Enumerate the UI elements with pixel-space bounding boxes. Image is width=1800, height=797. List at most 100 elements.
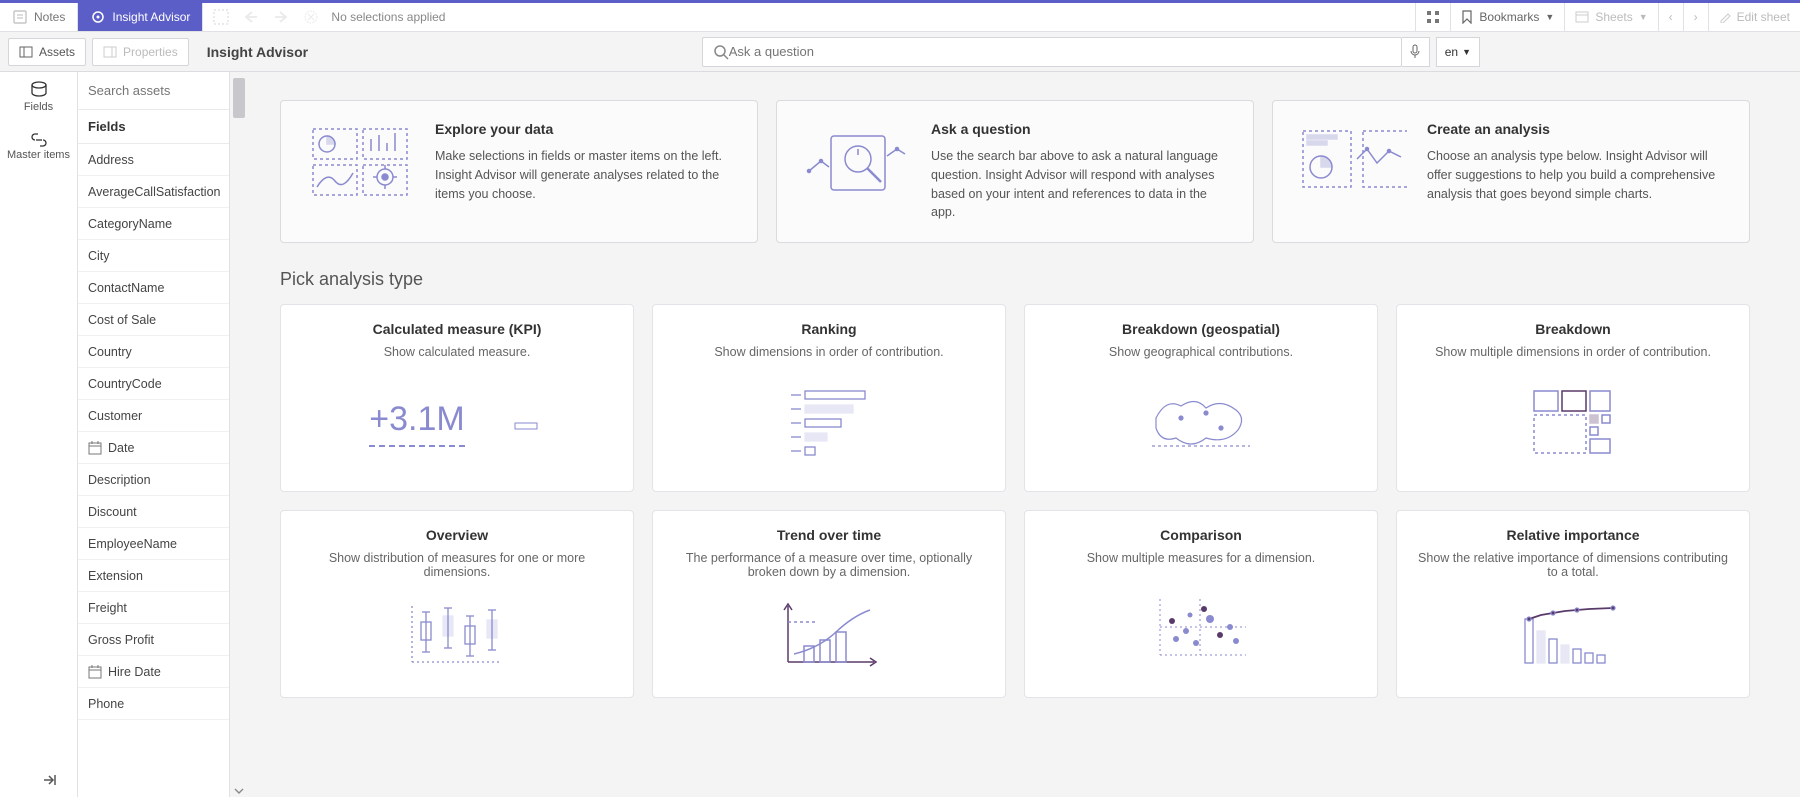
calendar-icon — [88, 441, 102, 455]
field-row[interactable]: Customer — [78, 400, 229, 432]
field-label: Freight — [88, 601, 127, 615]
note-icon — [12, 9, 28, 25]
chevron-down-icon: ▼ — [1462, 47, 1471, 57]
field-row[interactable]: Cost of Sale — [78, 304, 229, 336]
field-label: Customer — [88, 409, 142, 423]
search-assets-input[interactable] — [78, 72, 229, 109]
rail-master-items[interactable]: Master items — [0, 122, 77, 172]
field-label: Address — [88, 153, 134, 167]
type-title: Ranking — [801, 321, 856, 337]
intro-illustration — [801, 121, 911, 201]
intro-card: Create an analysisChoose an analysis typ… — [1272, 100, 1750, 243]
field-label: Discount — [88, 505, 137, 519]
type-desc: Show geographical contributions. — [1109, 345, 1293, 359]
analysis-type-card[interactable]: Ranking Show dimensions in order of contr… — [652, 304, 1006, 492]
edit-sheet-button[interactable]: Edit sheet — [1708, 3, 1800, 31]
assets-label: Assets — [39, 45, 75, 59]
calendar-icon — [88, 665, 102, 679]
field-row[interactable]: Address — [78, 144, 229, 176]
field-row[interactable]: Country — [78, 336, 229, 368]
field-label: Country — [88, 345, 132, 359]
field-label: Cost of Sale — [88, 313, 156, 327]
next-sheet-button[interactable]: › — [1683, 3, 1708, 31]
field-row[interactable]: AverageCallSatisfaction — [78, 176, 229, 208]
scrollbar-thumb[interactable] — [233, 78, 245, 118]
field-row[interactable]: Extension — [78, 560, 229, 592]
field-row[interactable]: Discount — [78, 496, 229, 528]
intro-title: Explore your data — [435, 121, 733, 137]
selections-back-icon[interactable] — [241, 7, 261, 27]
ask-question-input[interactable] — [729, 44, 1391, 59]
rail-master-label: Master items — [7, 149, 70, 161]
field-row[interactable]: Phone — [78, 688, 229, 720]
notes-label: Notes — [34, 10, 65, 24]
assets-button[interactable]: Assets — [8, 38, 86, 66]
panel-scrollbar[interactable] — [230, 72, 248, 797]
field-row[interactable]: CategoryName — [78, 208, 229, 240]
chevron-down-icon: ▼ — [1639, 12, 1648, 22]
intro-desc: Use the search bar above to ask a natura… — [931, 147, 1229, 222]
type-thumbnail — [671, 371, 987, 475]
rail-fields[interactable]: Fields — [0, 72, 77, 122]
voice-input-button[interactable] — [1402, 37, 1430, 67]
type-desc: Show dimensions in order of contribution… — [714, 345, 943, 359]
type-title: Comparison — [1160, 527, 1242, 543]
analysis-type-card[interactable]: OverviewShow distribution of measures fo… — [280, 510, 634, 698]
type-thumbnail — [299, 591, 615, 681]
microphone-icon — [1409, 44, 1421, 60]
field-label: Gross Profit — [88, 633, 154, 647]
notes-button[interactable]: Notes — [0, 3, 78, 31]
intro-card: Ask a question Use the search bar above t… — [776, 100, 1254, 243]
prev-sheet-button[interactable]: ‹ — [1658, 3, 1683, 31]
main-scrollbar[interactable] — [1782, 72, 1800, 797]
field-label: Extension — [88, 569, 143, 583]
field-row[interactable]: Date — [78, 432, 229, 464]
field-row[interactable]: Description — [78, 464, 229, 496]
selections-tool-icon[interactable] — [211, 7, 231, 27]
layout-icon — [19, 46, 33, 58]
clear-selections-icon[interactable] — [301, 7, 321, 27]
properties-button[interactable]: Properties — [92, 38, 189, 66]
intro-illustration — [305, 121, 415, 201]
field-row[interactable]: City — [78, 240, 229, 272]
field-label: Hire Date — [108, 665, 161, 679]
field-row[interactable]: ContactName — [78, 272, 229, 304]
field-label: CountryCode — [88, 377, 162, 391]
type-title: Calculated measure (KPI) — [373, 321, 542, 337]
field-label: Date — [108, 441, 134, 455]
field-row[interactable]: EmployeeName — [78, 528, 229, 560]
bookmarks-button[interactable]: Bookmarks ▼ — [1450, 3, 1564, 31]
field-row[interactable]: Hire Date — [78, 656, 229, 688]
selections-forward-icon[interactable] — [271, 7, 291, 27]
type-desc: The performance of a measure over time, … — [671, 551, 987, 579]
bookmark-icon — [1461, 10, 1473, 24]
ask-question-search[interactable] — [702, 37, 1402, 67]
collapse-panel-button[interactable] — [42, 773, 64, 787]
grid-icon — [1426, 10, 1440, 24]
insight-label: Insight Advisor — [112, 10, 190, 24]
field-row[interactable]: Freight — [78, 592, 229, 624]
type-thumbnail: +3.1M — [299, 371, 615, 475]
analysis-type-card[interactable]: BreakdownShow multiple dimensions in ord… — [1396, 304, 1750, 492]
type-desc: Show multiple measures for a dimension. — [1087, 551, 1316, 565]
sheet-icon — [1575, 11, 1589, 23]
language-selector[interactable]: en ▼ — [1436, 37, 1480, 67]
sheets-label: Sheets — [1595, 10, 1632, 24]
pencil-icon — [1719, 11, 1731, 23]
intro-title: Ask a question — [931, 121, 1229, 137]
type-title: Relative importance — [1506, 527, 1639, 543]
grid-menu-button[interactable] — [1415, 3, 1450, 31]
sheets-button[interactable]: Sheets ▼ — [1564, 3, 1657, 31]
type-title: Breakdown — [1535, 321, 1610, 337]
field-label: ContactName — [88, 281, 164, 295]
insight-advisor-button[interactable]: Insight Advisor — [78, 3, 203, 31]
analysis-type-card[interactable]: Breakdown (geospatial)Show geographical … — [1024, 304, 1378, 492]
analysis-type-card[interactable]: Relative importanceShow the relative imp… — [1396, 510, 1750, 698]
field-row[interactable]: Gross Profit — [78, 624, 229, 656]
field-row[interactable]: CountryCode — [78, 368, 229, 400]
properties-icon — [103, 46, 117, 58]
analysis-type-card[interactable]: Trend over timeThe performance of a meas… — [652, 510, 1006, 698]
field-label: City — [88, 249, 110, 263]
analysis-type-card[interactable]: Calculated measure (KPI)Show calculated … — [280, 304, 634, 492]
analysis-type-card[interactable]: Comparison Show multiple measures for a d… — [1024, 510, 1378, 698]
